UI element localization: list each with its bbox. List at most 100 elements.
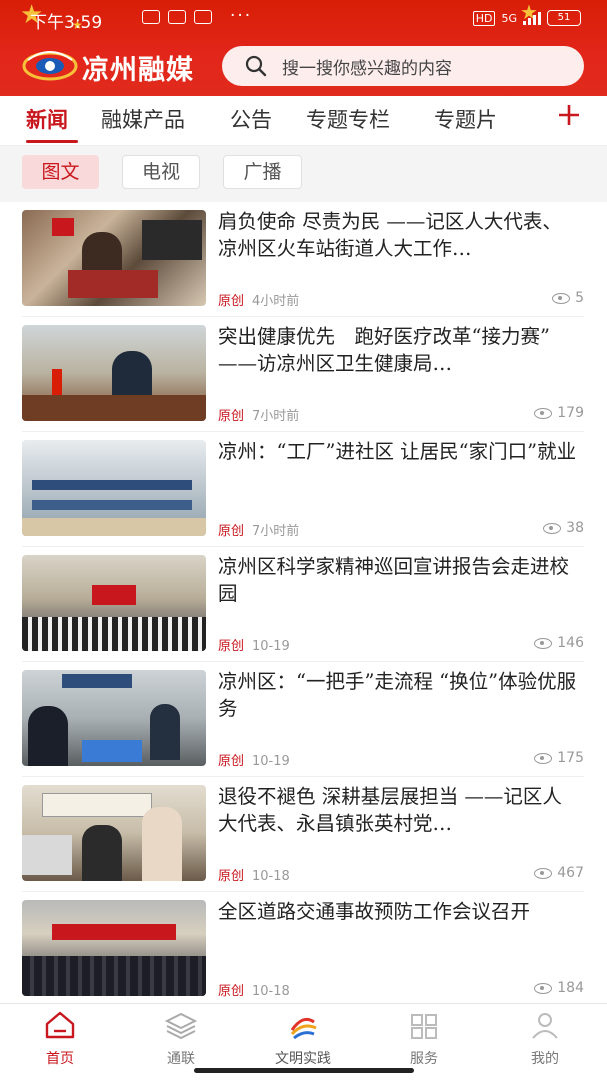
nav-civilization-practice[interactable]: 文明实践 — [253, 1010, 353, 1068]
nav-label: 我的 — [531, 1051, 559, 1067]
brand-name: 凉州融媒 — [82, 55, 194, 86]
article-thumbnail — [22, 555, 206, 651]
battery-icon: 51 — [547, 10, 581, 26]
article-title: 全区道路交通事故预防工作会议召开 — [218, 900, 531, 923]
nav-contact[interactable]: 通联 — [131, 1010, 231, 1068]
wechat-icon — [168, 10, 186, 24]
civilization-practice-icon — [290, 1017, 317, 1040]
article-meta: 原创 10-19 — [218, 750, 290, 769]
more-notifications-icon: ··· — [230, 6, 253, 26]
original-tag: 原创 — [218, 294, 245, 309]
filter-tv[interactable]: 电视 — [122, 155, 200, 189]
signal-icon — [523, 11, 541, 25]
article-title: 退役不褪色 深耕基层展担当 ——记区人大代表、永昌镇张英村党… — [218, 785, 562, 835]
original-tag: 原创 — [218, 639, 245, 654]
original-tag: 原创 — [218, 409, 245, 424]
article-item[interactable]: 突出健康优先 跑好医疗改革“接力赛” ——访凉州区卫生健康局… 原创 7小时前 1… — [22, 317, 584, 432]
add-tab-icon[interactable] — [554, 100, 584, 130]
filter-graphic[interactable]: 图文 — [22, 155, 99, 189]
search-placeholder: 搜一搜你感兴趣的内容 — [282, 58, 452, 79]
view-count: 5 — [552, 290, 584, 306]
eye-icon — [534, 637, 553, 649]
article-thumbnail — [22, 210, 206, 306]
article-item[interactable]: 肩负使命 尽责为民 ——记区人大代表、凉州区火车站街道人大工作… 原创 4小时前 … — [22, 202, 584, 317]
notification-icon — [142, 10, 160, 24]
search-bar[interactable]: 搜一搜你感兴趣的内容 — [222, 46, 584, 86]
eye-icon — [534, 867, 553, 879]
view-count-value: 467 — [557, 865, 584, 881]
notification-icons — [142, 10, 212, 24]
article-item[interactable]: 凉州：“工厂”进社区 让居民“家门口”就业 原创 7小时前 38 — [22, 432, 584, 547]
eye-icon — [543, 522, 562, 534]
filter-radio[interactable]: 广播 — [223, 155, 302, 189]
article-thumbnail — [22, 670, 206, 766]
network-label: 5G — [501, 11, 517, 25]
status-bar: 下午3:59 ··· HD 5G 51 — [0, 6, 607, 34]
view-count: 184 — [534, 980, 584, 996]
profile-icon — [532, 1013, 558, 1039]
view-count: 467 — [534, 865, 584, 881]
article-thumbnail — [22, 440, 206, 536]
nav-label: 首页 — [46, 1051, 74, 1067]
article-meta: 原创 4小时前 — [218, 290, 299, 309]
original-tag: 原创 — [218, 754, 245, 769]
article-time: 10-18 — [252, 869, 290, 884]
content-type-filters: 图文 电视 广播 — [0, 146, 607, 202]
active-tab-indicator — [26, 140, 78, 143]
view-count: 38 — [543, 520, 584, 536]
article-time: 10-18 — [252, 984, 290, 999]
article-item[interactable]: 退役不褪色 深耕基层展担当 ——记区人大代表、永昌镇张英村党… 原创 10-18 … — [22, 777, 584, 892]
article-item[interactable]: 凉州区：“一把手”走流程 “换位”体验优服务 原创 10-19 175 — [22, 662, 584, 777]
search-icon — [245, 55, 267, 77]
view-count-value: 179 — [557, 405, 584, 421]
view-count-value: 146 — [557, 635, 584, 651]
eye-icon — [534, 407, 553, 419]
article-title: 肩负使命 尽责为民 ——记区人大代表、凉州区火车站街道人大工作… — [218, 210, 562, 260]
article-meta: 原创 10-18 — [218, 980, 290, 999]
nav-profile[interactable]: 我的 — [495, 1010, 595, 1068]
home-indicator[interactable] — [194, 1068, 414, 1073]
status-right: HD 5G 51 — [472, 10, 581, 26]
nav-services[interactable]: 服务 — [374, 1010, 474, 1068]
nav-label: 通联 — [167, 1051, 195, 1067]
article-title: 凉州：“工厂”进社区 让居民“家门口”就业 — [218, 440, 577, 463]
layers-icon — [164, 1012, 198, 1040]
tab-media-products[interactable]: 融媒产品 — [101, 104, 185, 134]
article-title: 凉州区：“一把手”走流程 “换位”体验优服务 — [218, 670, 577, 720]
article-time: 7小时前 — [252, 409, 300, 424]
article-item[interactable]: 全区道路交通事故预防工作会议召开 原创 10-18 184 — [22, 892, 584, 1007]
article-time: 4小时前 — [252, 294, 300, 309]
view-count: 179 — [534, 405, 584, 421]
view-count: 146 — [534, 635, 584, 651]
original-tag: 原创 — [218, 869, 245, 884]
article-title: 凉州区科学家精神巡回宣讲报告会走进校园 — [218, 555, 570, 605]
eye-icon — [534, 982, 553, 994]
article-thumbnail — [22, 325, 206, 421]
hd-icon: HD — [472, 10, 496, 26]
eye-icon — [552, 292, 571, 304]
nav-label: 服务 — [410, 1051, 438, 1067]
nav-home[interactable]: 首页 — [10, 1010, 110, 1068]
tab-announcements[interactable]: 公告 — [230, 104, 272, 134]
article-item[interactable]: 凉州区科学家精神巡回宣讲报告会走进校园 原创 10-19 146 — [22, 547, 584, 662]
status-time: 下午3:59 — [30, 13, 103, 33]
article-thumbnail — [22, 900, 206, 996]
app-header: ★ ★ ★ 下午3:59 ··· HD 5G 51 凉州融媒 搜一搜你感兴趣的内… — [0, 0, 607, 96]
tab-special-columns[interactable]: 专题专栏 — [306, 104, 390, 134]
view-count: 175 — [534, 750, 584, 766]
article-thumbnail — [22, 785, 206, 881]
nav-label: 文明实践 — [275, 1051, 331, 1067]
app-notification-icon — [194, 10, 212, 24]
article-meta: 原创 7小时前 — [218, 405, 299, 424]
view-count-value: 5 — [575, 290, 584, 306]
original-tag: 原创 — [218, 984, 245, 999]
article-meta: 原创 10-19 — [218, 635, 290, 654]
article-meta: 原创 7小时前 — [218, 520, 299, 539]
article-time: 10-19 — [252, 754, 290, 769]
tab-documentaries[interactable]: 专题片 — [434, 104, 497, 134]
eye-icon — [534, 752, 553, 764]
tab-news[interactable]: 新闻 — [26, 104, 68, 134]
view-count-value: 38 — [566, 520, 584, 536]
article-meta: 原创 10-18 — [218, 865, 290, 884]
app-logo-icon — [22, 51, 78, 81]
